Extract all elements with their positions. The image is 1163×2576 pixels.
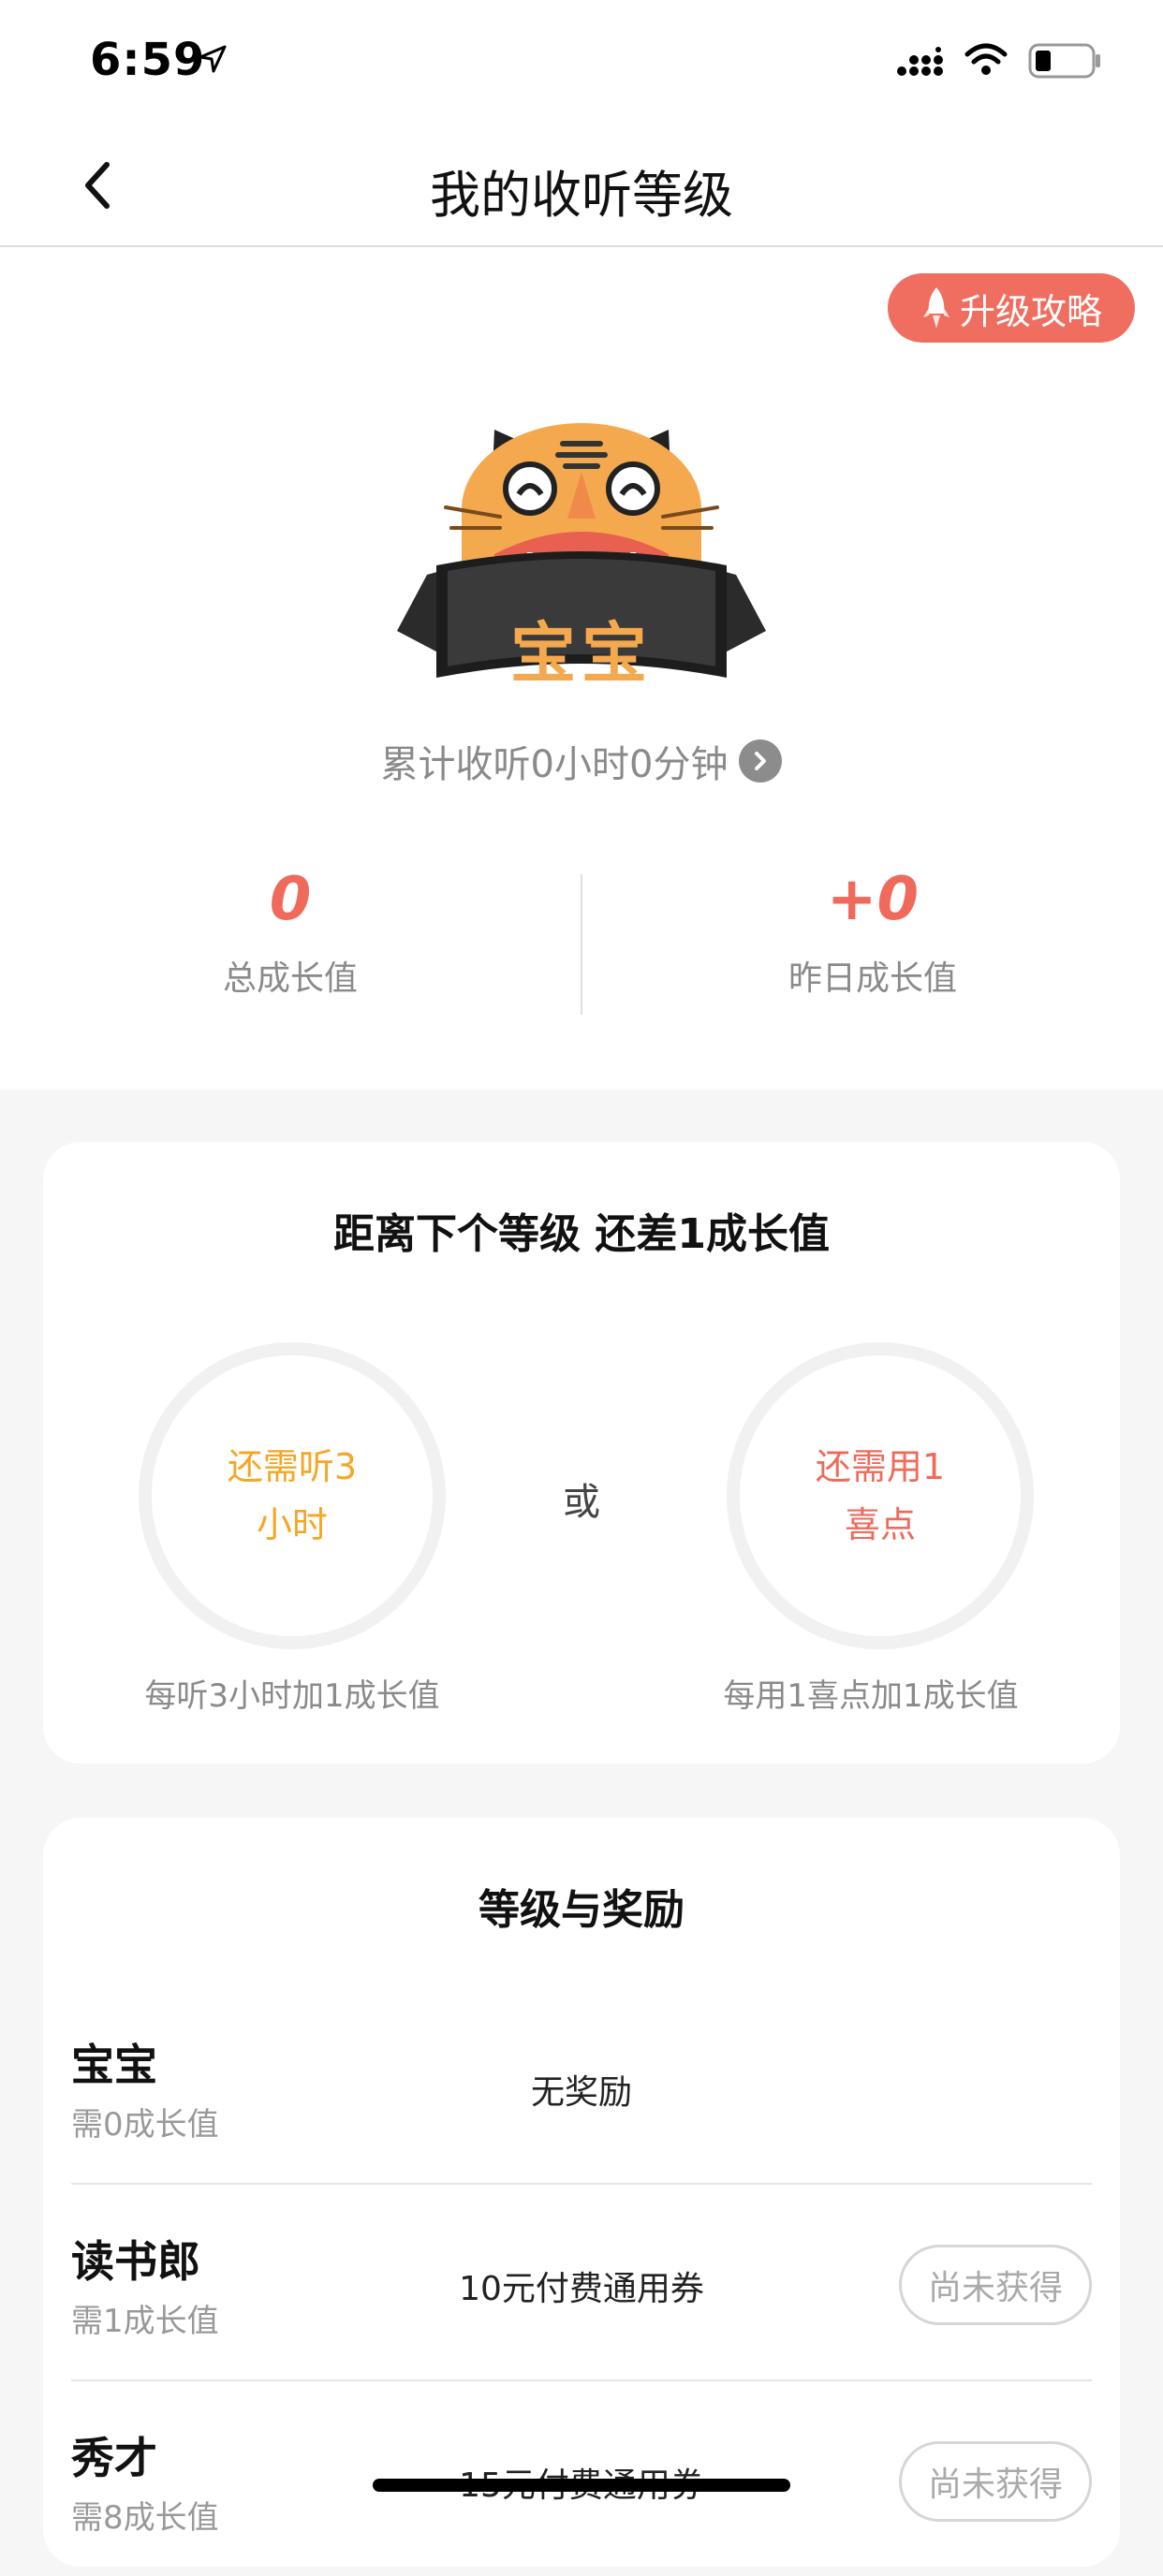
- level-name: 秀才: [71, 2433, 157, 2483]
- location-arrow-icon: [199, 45, 227, 73]
- total-listen-text: 累计收听0小时0分钟: [380, 743, 729, 786]
- spend-rule-note: 每用1喜点加1成长值: [723, 1677, 1019, 1715]
- or-label: 或: [563, 1481, 600, 1524]
- listen-rule-note: 每听3小时加1成长值: [144, 1677, 440, 1715]
- yesterday-growth-label: 昨日成长值: [788, 959, 957, 998]
- level-reward: 10元付费通用券: [459, 2270, 704, 2308]
- page-title: 我的收听等级: [430, 166, 733, 225]
- spend-remaining-line2: 喜点: [844, 1504, 916, 1545]
- upgrade-guide-label: 升级攻略: [959, 290, 1102, 332]
- total-listen-duration[interactable]: 累计收听0小时0分钟: [0, 734, 1163, 788]
- level-reward: 无奖励: [530, 2073, 632, 2112]
- upgrade-guide-button[interactable]: 升级攻略: [888, 273, 1135, 343]
- level-row: 读书郎 需1成长值 10元付费通用券 尚未获得: [71, 2183, 1092, 2381]
- level-badge-label: 宝宝: [510, 615, 653, 692]
- yesterday-growth-value: +0: [826, 865, 920, 934]
- level-name: 读书郎: [71, 2236, 200, 2287]
- level-hero: 升级攻略 宝宝 累计收听0小时0分钟 0 总成长值 +0 昨日成长值: [0, 247, 1163, 1090]
- levels-rewards-title: 等级与奖励: [478, 1886, 685, 1934]
- cellular-signal-icon: [897, 47, 943, 76]
- battery-icon: [1028, 43, 1100, 79]
- home-indicator[interactable]: [373, 2479, 790, 2492]
- status-bar: 6:59: [0, 0, 1163, 124]
- status-time: 6:59: [90, 34, 206, 86]
- next-level-card: 距离下个等级 还差1成长值 还需听3 小时 或 还需用1 喜点 每听3小时加1成…: [43, 1142, 1120, 1764]
- yesterday-growth-stat: +0 昨日成长值: [582, 865, 1163, 1000]
- total-growth-stat: 0 总成长值: [0, 865, 581, 1000]
- total-growth-label: 总成长值: [222, 959, 358, 998]
- navigation-bar: 我的收听等级: [0, 124, 1163, 247]
- chevron-right-icon: [739, 739, 783, 783]
- level-requirement: 需1成长值: [71, 2303, 219, 2340]
- listen-progress-circle: 还需听3 小时: [139, 1342, 446, 1649]
- level-row: 宝宝 需0成长值 无奖励: [71, 1986, 1092, 2185]
- levels-rewards-card: 等级与奖励 宝宝 需0成长值 无奖励 读书郎 需1成长值 10元付费通用券 尚未…: [43, 1818, 1120, 2567]
- listen-remaining-line1: 还需听3: [227, 1446, 358, 1487]
- spend-progress-circle: 还需用1 喜点: [727, 1342, 1034, 1649]
- rocket-icon: [922, 287, 950, 329]
- spend-remaining-line1: 还需用1: [815, 1446, 946, 1487]
- listen-remaining-line2: 小时: [256, 1504, 328, 1545]
- level-requirement: 需8成长值: [71, 2499, 219, 2537]
- total-growth-value: 0: [269, 865, 312, 934]
- level-row: 秀才 需8成长值 15元付费通用券 尚未获得: [71, 2379, 1092, 2576]
- level-name: 宝宝: [71, 2040, 157, 2090]
- next-level-title: 距离下个等级 还差1成长值: [333, 1210, 830, 1258]
- wifi-icon: [964, 43, 1008, 75]
- level-requirement: 需0成长值: [71, 2106, 219, 2144]
- reward-status-button[interactable]: 尚未获得: [899, 2441, 1092, 2522]
- reward-status-button[interactable]: 尚未获得: [899, 2245, 1092, 2325]
